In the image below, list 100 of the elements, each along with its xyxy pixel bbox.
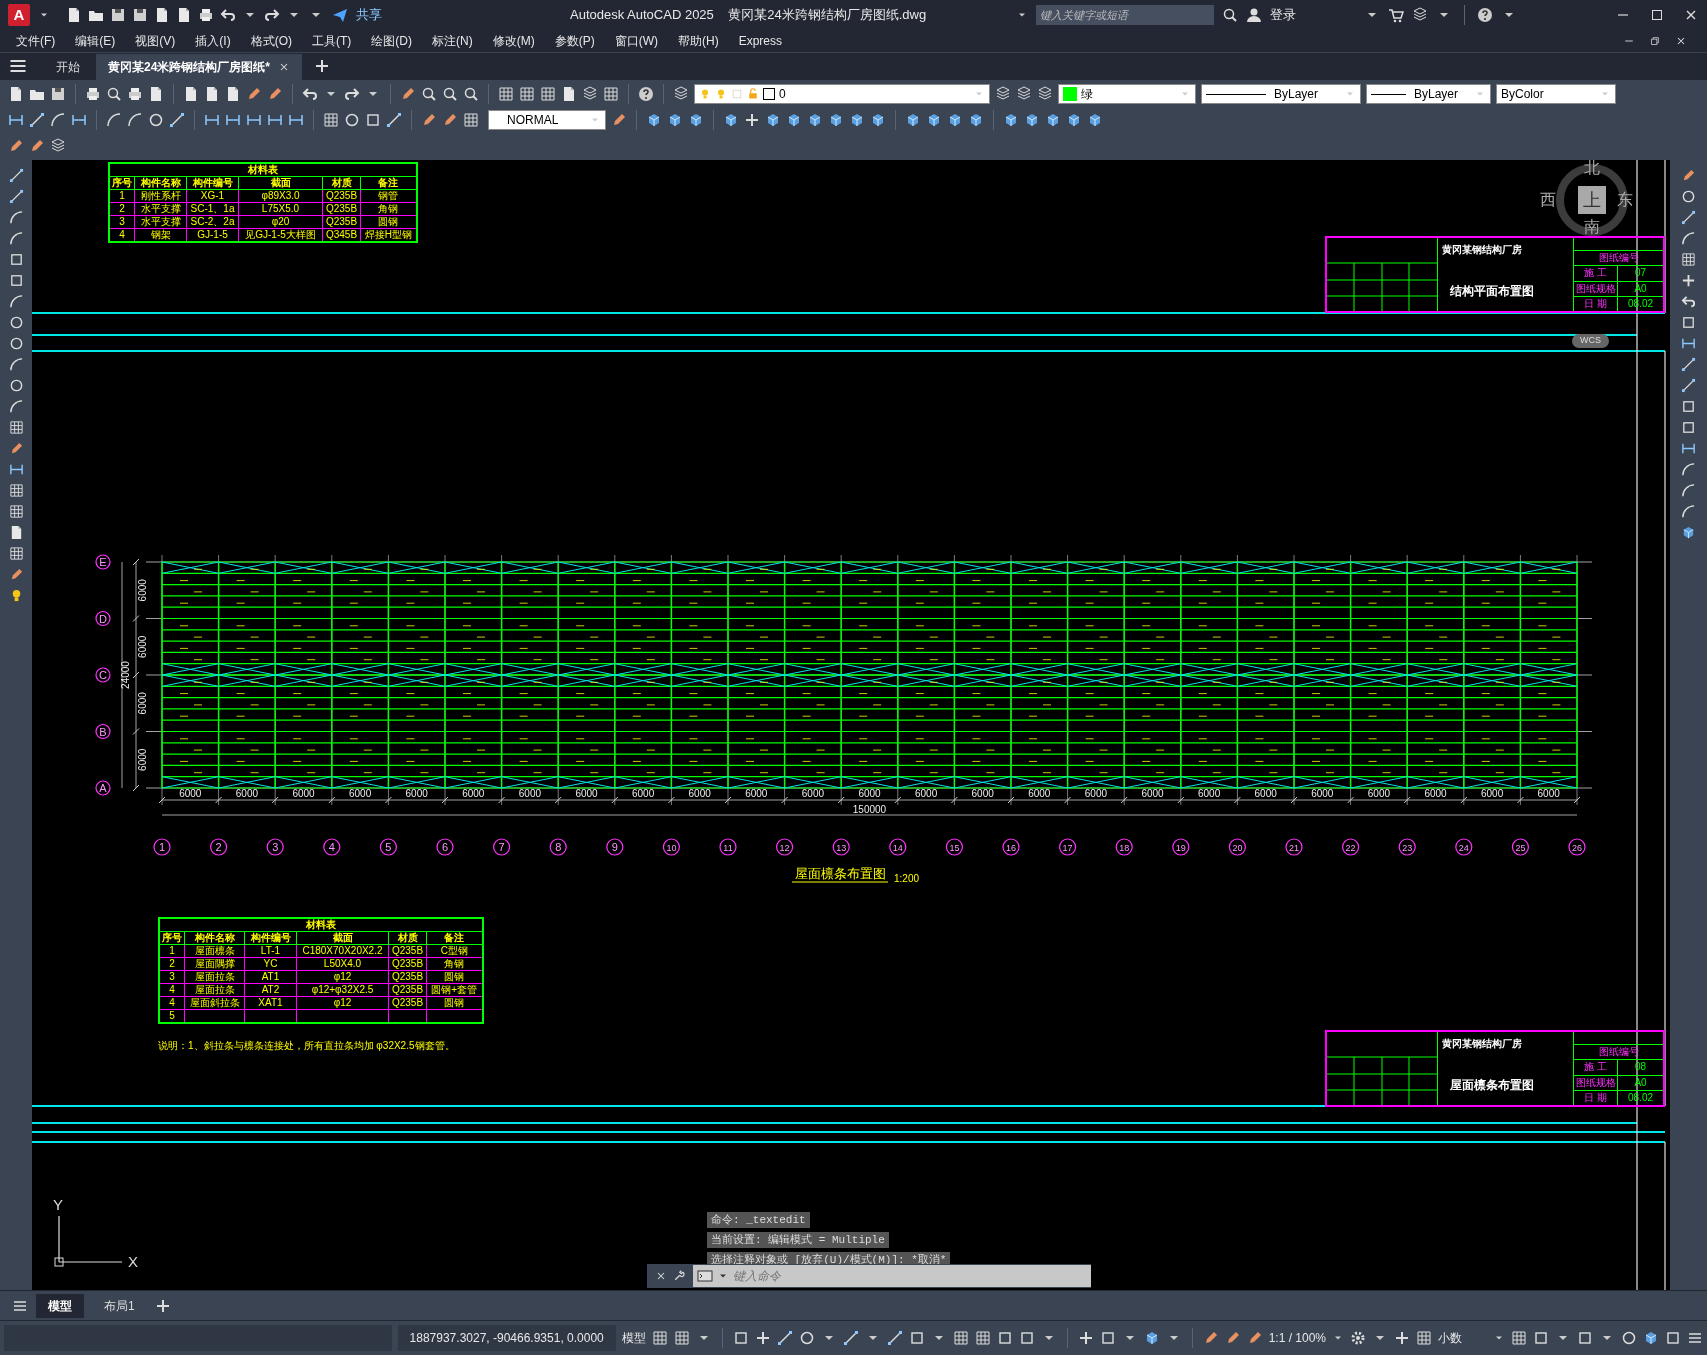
- table-cell: 角钢: [378, 203, 399, 214]
- column-header: 构件编号: [186, 176, 239, 190]
- layout-tab[interactable]: 模型: [36, 1293, 84, 1318]
- file-tab[interactable]: 黄冈某24米跨钢结构厂房图纸*: [96, 54, 303, 80]
- dimension-text: 6000: [688, 788, 711, 799]
- menu-item[interactable]: 参数(P): [554, 32, 595, 50]
- dimension-text: 6000: [235, 788, 258, 799]
- compass-letter[interactable]: 西: [1540, 192, 1556, 208]
- table-cell: 屋面檩条: [194, 945, 235, 956]
- project-name: 黄冈某钢结构厂房: [1442, 1037, 1522, 1051]
- dimension-text: 6000: [349, 788, 372, 799]
- grid-axis-bubble: 20: [1228, 838, 1246, 856]
- drawing-note: 说明：1、斜拉条与檩条连接处，所有直拉条均加 φ32X2.5钢套管。: [158, 1039, 455, 1053]
- menu-item[interactable]: 文件(F): [16, 32, 56, 50]
- units-dropdown[interactable]: 小数: [1438, 1329, 1505, 1347]
- lineweight-dropdown[interactable]: ByLayer: [1366, 84, 1491, 104]
- table-cell: 钢架: [150, 229, 171, 240]
- color-dropdown[interactable]: 绿: [1058, 84, 1196, 104]
- field-value: 08.02: [1627, 296, 1654, 311]
- app-logo[interactable]: A: [8, 4, 30, 26]
- menu-item[interactable]: 编辑(E): [75, 32, 116, 50]
- coordinates-readout[interactable]: 1887937.3027, -90466.9351, 0.0000: [397, 1325, 616, 1351]
- dimension-text: 150000: [852, 804, 887, 815]
- menu-item[interactable]: 绘图(D): [371, 32, 412, 50]
- dimension-text: 6000: [971, 788, 994, 799]
- share-button[interactable]: 共享: [356, 5, 382, 25]
- annotation-scale-button[interactable]: 1:1 / 100%: [1268, 1329, 1326, 1347]
- column-header: 构件编号: [244, 931, 297, 945]
- table-cell: 3: [169, 971, 175, 982]
- menu-item[interactable]: 工具(T): [312, 32, 352, 50]
- field-value: A0: [1633, 281, 1648, 296]
- table-cell: XAT1: [258, 997, 283, 1008]
- grid-axis-bubble: 3: [266, 838, 284, 856]
- table-cell: Q345B: [325, 229, 358, 240]
- table-cell: 4: [119, 229, 125, 240]
- menu-item[interactable]: 视图(V): [135, 32, 176, 50]
- table-cell: 圆钢: [444, 971, 465, 982]
- sign-in-button[interactable]: 登录: [1270, 5, 1296, 25]
- dimension-text: 6000: [137, 692, 148, 715]
- grid-axis-bubble: 23: [1398, 838, 1416, 856]
- table-cell: SC-1、1a: [190, 203, 235, 214]
- dimension-text: 6000: [462, 788, 485, 799]
- grid-axis-bubble: 12: [776, 838, 794, 856]
- field-value: 08: [1633, 1060, 1648, 1075]
- table-cell: 1: [169, 945, 175, 956]
- dimension-text: 24000: [120, 661, 131, 689]
- linetype-dropdown[interactable]: ByLayer: [1201, 84, 1361, 104]
- column-header: 备注: [426, 931, 483, 945]
- menu-item[interactable]: 格式(O): [250, 32, 292, 50]
- dimension-text: 6000: [745, 788, 768, 799]
- grid-axis-bubble: D: [95, 610, 111, 627]
- compass-letter[interactable]: 东: [1617, 192, 1633, 208]
- compass-letter[interactable]: 北: [1584, 160, 1600, 176]
- dimension-text: 6000: [137, 579, 148, 602]
- grid-axis-bubble: 26: [1568, 838, 1586, 856]
- menu-item[interactable]: 修改(M): [492, 32, 535, 50]
- field-value: A0: [1633, 1075, 1648, 1090]
- menu-item[interactable]: 窗口(W): [614, 32, 658, 50]
- model-space-button[interactable]: 模型: [621, 1329, 646, 1347]
- column-header: 构件名称: [184, 931, 245, 945]
- table-cell: 4: [169, 984, 175, 995]
- text-style-dropdown[interactable]: NORMAL: [488, 110, 606, 130]
- drawing-title: 屋面檩条布置图: [1450, 1077, 1534, 1094]
- drawing-scale: 1:200: [894, 873, 920, 884]
- dimension-text: 6000: [1311, 788, 1334, 799]
- drawing-caption: 屋面檩条布置图: [794, 866, 886, 881]
- axis-letter: Y: [53, 1196, 63, 1213]
- search-field[interactable]: 键入关键字或短语: [1036, 5, 1214, 25]
- column-header: 截面: [238, 176, 323, 190]
- plot-style-dropdown[interactable]: ByColor: [1496, 84, 1616, 104]
- dimension-text: 6000: [858, 788, 881, 799]
- dimension-text: 6000: [575, 788, 598, 799]
- dimension-text: 6000: [801, 788, 825, 799]
- table-cell: 3: [119, 216, 125, 227]
- table-cell: 屋面斜拉条: [189, 997, 240, 1008]
- layout-tab[interactable]: 布局1: [92, 1293, 147, 1318]
- menu-item[interactable]: 帮助(H): [678, 32, 719, 50]
- grid-axis-bubble: 21: [1285, 838, 1303, 856]
- menu-item[interactable]: Express: [738, 32, 782, 50]
- grid-axis-bubble: 1: [153, 838, 171, 856]
- menu-item[interactable]: 插入(I): [195, 32, 231, 50]
- table-cell: AT1: [261, 971, 280, 982]
- field-label: 施 工: [1574, 1060, 1618, 1075]
- menu-item[interactable]: 标注(N): [432, 32, 473, 50]
- table-cell: AT2: [261, 984, 280, 995]
- dimension-text: 6000: [1424, 788, 1447, 799]
- table-title: 材料表: [305, 919, 336, 930]
- dimension-text: 6000: [1367, 788, 1391, 799]
- grid-axis-bubble: 8: [549, 838, 567, 856]
- dimension-text: 6000: [1084, 788, 1108, 799]
- table-cell: φ89X3.0: [261, 190, 300, 201]
- compass-letter[interactable]: 南: [1584, 219, 1600, 235]
- file-tab[interactable]: 开始: [44, 54, 92, 80]
- dimension-text: 6000: [631, 788, 655, 799]
- wcs-button[interactable]: WCS: [1572, 334, 1609, 348]
- project-name: 黄冈某钢结构厂房: [1442, 243, 1522, 257]
- table-cell: 水平支撑: [140, 216, 181, 227]
- field-value: 08.02: [1627, 1090, 1654, 1105]
- view-cube[interactable]: 上: [1578, 186, 1606, 214]
- table-cell: φ12: [333, 971, 352, 982]
